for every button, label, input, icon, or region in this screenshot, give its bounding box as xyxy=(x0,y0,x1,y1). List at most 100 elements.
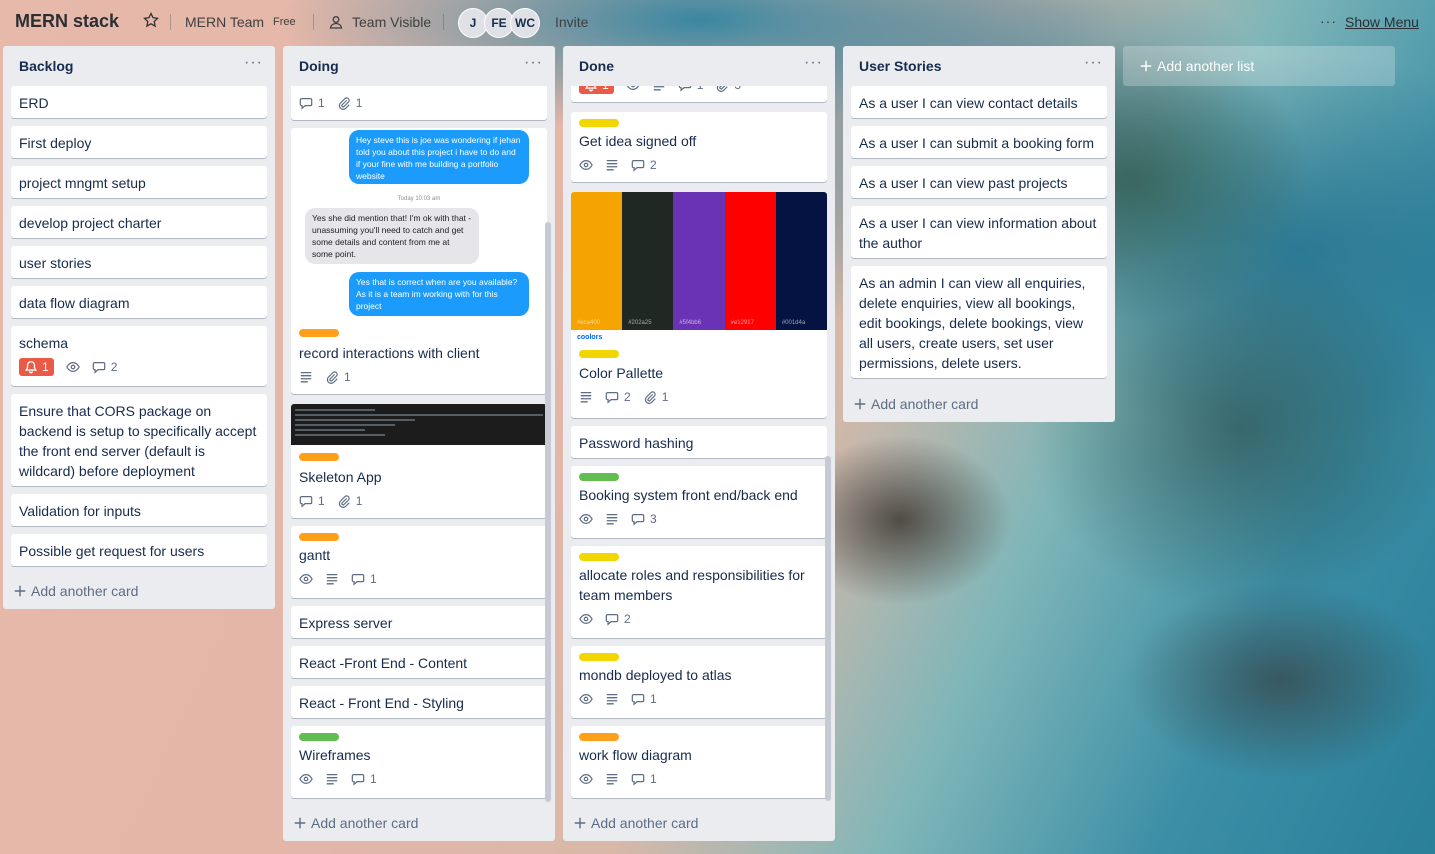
list-user-stories: User Stories ··· As a user I can view co… xyxy=(843,46,1115,422)
label-yellow[interactable] xyxy=(579,553,619,561)
list-title[interactable]: User Stories xyxy=(859,58,941,74)
list-done: Done ··· 1 1 3 Get idea signed off 2 #ec… xyxy=(563,46,835,841)
avatar[interactable]: WC xyxy=(510,8,540,38)
label-yellow[interactable] xyxy=(579,350,619,358)
comments-badge: 3 xyxy=(631,512,657,526)
card-title: As an admin I can view all enquiries, de… xyxy=(859,275,1086,371)
attachment-count: 1 xyxy=(355,494,363,508)
paperclip-icon xyxy=(337,494,351,508)
label-yellow[interactable] xyxy=(579,653,619,661)
comment-count: 3 xyxy=(650,512,657,526)
card[interactable]: user stories xyxy=(11,246,267,278)
label-green[interactable] xyxy=(299,733,339,741)
card-title: mondb deployed to atlas xyxy=(579,667,732,683)
card[interactable]: Get idea signed off 2 xyxy=(571,112,827,182)
card[interactable]: gantt 1 xyxy=(291,526,547,598)
comment-count: 2 xyxy=(650,158,657,172)
add-card-label: Add another card xyxy=(31,583,139,599)
label-orange[interactable] xyxy=(299,533,339,541)
eye-icon xyxy=(66,360,80,374)
add-card-button[interactable]: Add another card xyxy=(573,815,698,831)
comments-badge: 1 xyxy=(678,86,703,92)
card[interactable]: project mngmt setup xyxy=(11,166,267,198)
card[interactable]: 1 1 3 xyxy=(571,86,827,102)
card[interactable]: Wireframes 1 xyxy=(291,726,547,798)
card[interactable]: ERD xyxy=(11,86,267,118)
team-name[interactable]: MERN Team xyxy=(185,14,264,30)
add-card-button[interactable]: Add another card xyxy=(293,815,418,831)
card[interactable]: As a user I can view information about t… xyxy=(851,206,1107,258)
card[interactable]: As an admin I can view all enquiries, de… xyxy=(851,266,1107,378)
card[interactable]: work flow diagram 1 xyxy=(571,726,827,798)
card-badges: 1 xyxy=(579,772,657,786)
card-badges: 2 xyxy=(579,612,631,626)
card[interactable]: Validation for inputs xyxy=(11,494,267,526)
comment-icon xyxy=(299,494,313,508)
star-icon[interactable] xyxy=(142,11,161,30)
card[interactable]: 1 1 xyxy=(291,86,547,120)
card[interactable]: First deploy xyxy=(11,126,267,158)
card[interactable]: Booking system front end/back end 3 xyxy=(571,466,827,538)
team-visible-icon[interactable] xyxy=(328,14,344,30)
card[interactable]: mondb deployed to atlas 1 xyxy=(571,646,827,718)
invite-button[interactable]: Invite xyxy=(555,14,588,30)
card[interactable]: As a user I can view past projects xyxy=(851,166,1107,198)
board-title[interactable]: MERN stack xyxy=(15,11,119,32)
comments-badge: 2 xyxy=(631,158,657,172)
comments-badge: 2 xyxy=(92,360,117,374)
eye-icon xyxy=(579,158,593,172)
more-icon[interactable]: ··· xyxy=(1320,13,1337,29)
card[interactable]: develop project charter xyxy=(11,206,267,238)
list-title[interactable]: Backlog xyxy=(19,58,73,74)
label-orange[interactable] xyxy=(299,329,339,337)
list-menu-icon[interactable]: ··· xyxy=(524,54,543,72)
list-title[interactable]: Doing xyxy=(299,58,339,74)
card-title: Wireframes xyxy=(299,747,371,763)
card[interactable]: As a user I can submit a booking form xyxy=(851,126,1107,158)
list-menu-icon[interactable]: ··· xyxy=(244,54,263,72)
card[interactable]: Ensure that CORS package on backend is s… xyxy=(11,394,267,486)
card[interactable]: Express server xyxy=(291,606,547,638)
card[interactable]: As a user I can view contact details xyxy=(851,86,1107,118)
comments-badge: 1 xyxy=(631,692,657,706)
add-list-button[interactable]: Add another list xyxy=(1123,46,1395,86)
comment-count: 1 xyxy=(318,96,325,110)
list-scrollbar[interactable] xyxy=(545,222,551,802)
card[interactable]: #eca400 #202a25 #5f4bb6 #e12917 #001d4a … xyxy=(571,192,827,418)
card-title: As a user I can submit a booking form xyxy=(859,135,1094,151)
list-title[interactable]: Done xyxy=(579,58,614,74)
card-cover-image: Hey steve this is joe was wondering if j… xyxy=(291,128,547,321)
color-swatch: #001d4a xyxy=(775,192,827,330)
card-title: work flow diagram xyxy=(579,747,692,763)
card[interactable]: React -Front End - Content xyxy=(291,646,547,678)
visibility-button[interactable]: Team Visible xyxy=(352,14,431,30)
add-card-button[interactable]: Add another card xyxy=(853,396,978,412)
label-yellow[interactable] xyxy=(579,119,619,127)
list-header: User Stories ··· xyxy=(843,46,1115,86)
comment-icon xyxy=(605,390,619,404)
card[interactable]: allocate roles and responsibilities for … xyxy=(571,546,827,638)
label-orange[interactable] xyxy=(299,453,339,461)
card[interactable]: Possible get request for users xyxy=(11,534,267,566)
comments-badge: 1 xyxy=(351,772,377,786)
eye-icon xyxy=(579,612,593,626)
comment-icon xyxy=(631,772,645,786)
card[interactable]: schema 1 2 xyxy=(11,326,267,386)
card[interactable]: data flow diagram xyxy=(11,286,267,318)
notification-badge: 1 xyxy=(579,86,614,94)
show-menu-button[interactable]: Show Menu xyxy=(1345,14,1419,30)
card-title: project mngmt setup xyxy=(19,175,146,191)
card[interactable]: React - Front End - Styling xyxy=(291,686,547,718)
card[interactable]: Hey steve this is joe was wondering if j… xyxy=(291,128,547,394)
list-menu-icon[interactable]: ··· xyxy=(804,54,823,72)
comment-count: 2 xyxy=(624,612,631,626)
card[interactable]: Password hashing xyxy=(571,426,827,458)
list-menu-icon[interactable]: ··· xyxy=(1084,54,1103,72)
card[interactable]: Skeleton App 1 1 xyxy=(291,404,547,518)
paperclip-icon xyxy=(643,390,657,404)
card-title: As a user I can view information about t… xyxy=(859,215,1097,251)
add-card-button[interactable]: Add another card xyxy=(13,583,138,599)
label-orange[interactable] xyxy=(579,733,619,741)
list-scrollbar[interactable] xyxy=(825,456,831,801)
label-green[interactable] xyxy=(579,473,619,481)
